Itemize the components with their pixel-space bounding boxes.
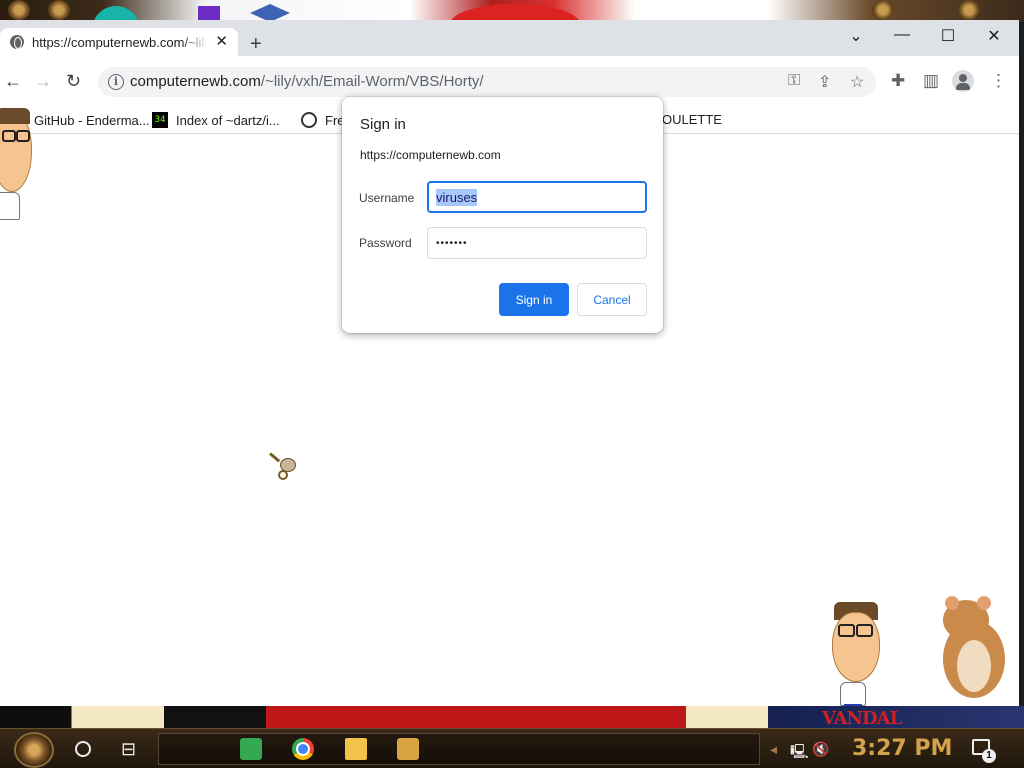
- notification-badge: 1: [982, 749, 996, 763]
- bookmark-label: OULETTE: [662, 112, 722, 127]
- back-icon[interactable]: ←: [4, 72, 22, 90]
- maximize-button[interactable]: ☐: [928, 26, 968, 46]
- info-icon[interactable]: i: [108, 74, 124, 90]
- folder-icon[interactable]: [345, 738, 367, 760]
- hank-shirt: [840, 682, 866, 706]
- tab-search-button[interactable]: ⌄: [836, 26, 876, 46]
- wallpaper-text: VANDAL: [822, 708, 902, 729]
- start-icon[interactable]: [14, 732, 54, 768]
- url-path: /~lily/vxh/Email-Worm/VBS/Horty/: [260, 73, 484, 90]
- url-text[interactable]: computernewb.com/~lily/vxh/Email-Worm/VB…: [130, 73, 484, 90]
- hank-glasses: [856, 624, 873, 637]
- task-view-icon[interactable]: ⊟: [121, 739, 136, 760]
- close-window-button[interactable]: ✕: [974, 26, 1014, 46]
- password-value: •••••••: [436, 237, 468, 249]
- address-bar[interactable]: i computernewb.com/~lily/vxh/Email-Worm/…: [98, 67, 876, 97]
- cursor-part: [269, 452, 281, 463]
- desktop-gear-icon[interactable]: [958, 0, 980, 20]
- sign-in-button[interactable]: Sign in: [499, 283, 569, 316]
- index-icon: 34: [152, 112, 168, 128]
- hamster-belly: [957, 640, 991, 692]
- desktop-gear-icon[interactable]: [48, 0, 70, 20]
- bookmark-item[interactable]: Fre: [301, 112, 345, 128]
- hank-face: [832, 612, 880, 682]
- url-host: computernewb.com: [130, 73, 261, 90]
- bookmark-label: Index of ~dartz/i...: [176, 112, 280, 128]
- key-icon[interactable]: ⚿: [788, 72, 800, 90]
- close-icon[interactable]: ✕: [215, 34, 228, 50]
- taskbar: ⊟ ◂ 🖳 🔇 3:27 PM 1: [0, 728, 1024, 768]
- search-icon[interactable]: [75, 741, 91, 757]
- tab-active[interactable]: https://computernewb.com/~lily/vxh/Email…: [0, 28, 238, 56]
- minimize-button[interactable]: —: [882, 26, 922, 44]
- hank-glasses: [16, 130, 30, 142]
- hank-shirt: [0, 192, 20, 220]
- tab-title: https://computernewb.com/~lily/vxh/Email…: [32, 34, 208, 50]
- hamster-ear: [945, 596, 959, 610]
- dialog-title: Sign in: [360, 116, 406, 133]
- hank-hair: [0, 108, 30, 124]
- hank-glasses: [2, 130, 16, 142]
- dialog-origin: https://computernewb.com: [360, 148, 501, 162]
- globe-icon: [10, 35, 24, 49]
- username-field[interactable]: viruses: [427, 181, 647, 213]
- bonzi-icon[interactable]: [397, 738, 419, 760]
- password-label: Password: [359, 236, 412, 250]
- network-icon[interactable]: 🖳: [790, 741, 809, 765]
- chrome-icon[interactable]: [292, 738, 314, 760]
- free-icon: [301, 112, 317, 128]
- cursor-pointer-icon: [269, 452, 300, 480]
- desktop-gear-icon[interactable]: [8, 0, 30, 20]
- bookmark-item[interactable]: 34 Index of ~dartz/i...: [152, 112, 280, 128]
- bookmark-item[interactable]: GitHub - Enderma...: [10, 112, 150, 128]
- sign-in-dialog: Sign in https://computernewb.com Usernam…: [342, 97, 663, 333]
- tab-strip: https://computernewb.com/~lily/vxh/Email…: [0, 20, 1019, 56]
- volume-muted-icon[interactable]: 🔇: [812, 741, 829, 758]
- bookmark-label: GitHub - Enderma...: [34, 112, 150, 128]
- tray-overflow-icon[interactable]: ◂: [770, 741, 777, 758]
- desktop-hamster: [935, 590, 1007, 700]
- hamster-ear: [977, 596, 991, 610]
- plus-icon[interactable]: +: [250, 34, 262, 54]
- side-panel-icon[interactable]: ▥: [923, 71, 939, 91]
- share-icon[interactable]: ⇪: [818, 72, 831, 92]
- username-value: viruses: [436, 188, 478, 206]
- extensions-icon[interactable]: ✚: [891, 71, 905, 91]
- clock[interactable]: 3:27 PM: [852, 736, 952, 761]
- reload-icon[interactable]: ↻: [66, 72, 81, 90]
- desktop-wallpaper-top: [0, 0, 1024, 44]
- profile-icon[interactable]: [952, 70, 974, 92]
- notes-icon[interactable]: [240, 738, 262, 760]
- hank-glasses: [838, 624, 855, 637]
- username-label: Username: [359, 191, 415, 205]
- cancel-button[interactable]: Cancel: [577, 283, 647, 316]
- desktop-gear-icon[interactable]: [872, 0, 894, 20]
- password-field[interactable]: •••••••: [427, 227, 647, 259]
- menu-icon[interactable]: ⋮: [990, 71, 1007, 91]
- bookmark-item[interactable]: OULETTE: [662, 112, 722, 127]
- forward-icon[interactable]: →: [34, 72, 52, 90]
- star-icon[interactable]: ☆: [850, 72, 864, 92]
- cursor-part: [278, 470, 288, 480]
